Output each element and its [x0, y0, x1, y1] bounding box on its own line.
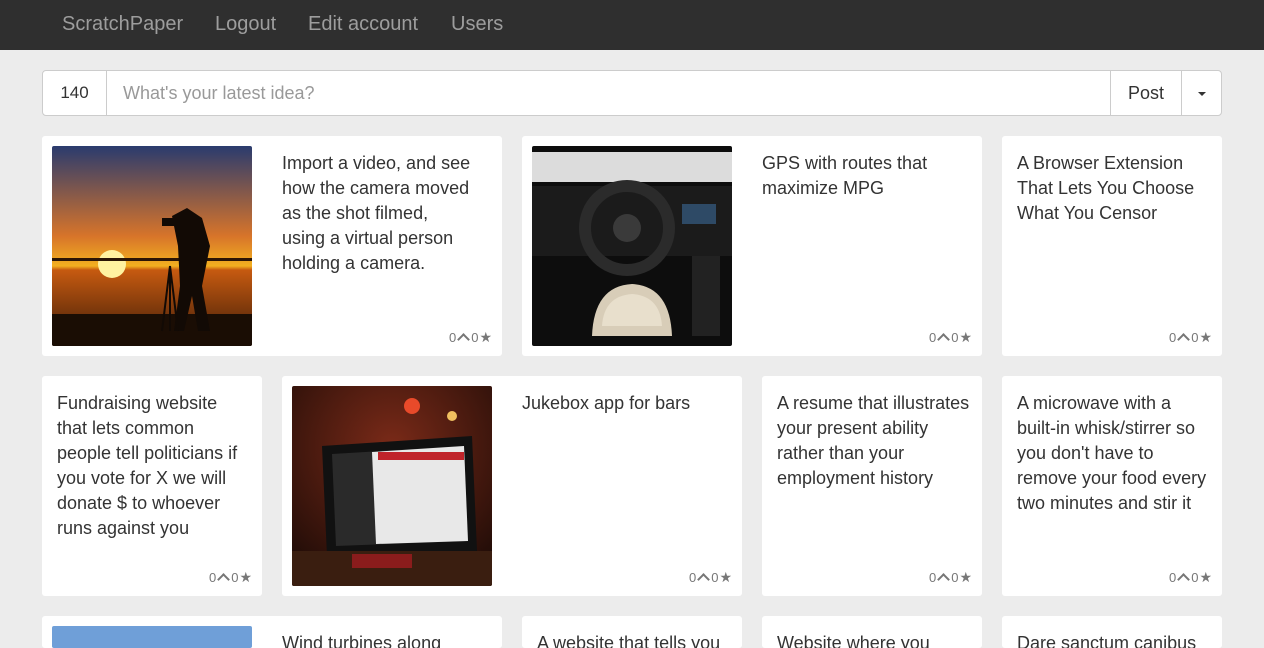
caret-down-icon: [1198, 92, 1206, 96]
vote-count: 0: [928, 570, 937, 585]
star-count: 0: [1191, 330, 1199, 345]
card-stats: 0 0★: [209, 569, 252, 586]
card-stats: 0 0★: [1169, 329, 1212, 346]
card-text: GPS with routes that maximize MPG: [762, 153, 928, 198]
card-image-sky: [52, 626, 252, 648]
idea-card[interactable]: A website that tells you: [522, 616, 742, 648]
idea-card[interactable]: A resume that illustrates your present a…: [762, 376, 982, 596]
card-image-tablet: [292, 386, 492, 586]
card-text: A microwave with a built-in whisk/stirre…: [1017, 393, 1207, 513]
star-icon[interactable]: ★: [479, 329, 492, 345]
star-icon[interactable]: ★: [959, 569, 972, 585]
star-count: 0: [711, 570, 719, 585]
star-icon[interactable]: ★: [1199, 569, 1212, 585]
vote-count: 0: [208, 570, 217, 585]
upvote-icon[interactable]: [697, 573, 711, 586]
upvote-icon[interactable]: [457, 333, 471, 346]
card-stats: 0 0★: [449, 329, 492, 346]
star-count: 0: [1191, 570, 1199, 585]
idea-card[interactable]: Fundraising website that lets common peo…: [42, 376, 262, 596]
card-stats: 0 0★: [929, 329, 972, 346]
vote-count: 0: [688, 570, 697, 585]
vote-count: 0: [1168, 330, 1177, 345]
card-text: A Browser Extension That Lets You Choose…: [1017, 153, 1195, 223]
navbar: ScratchPaper Logout Edit account Users: [0, 0, 1264, 50]
upvote-icon[interactable]: [1177, 333, 1191, 346]
upvote-icon[interactable]: [937, 333, 951, 346]
idea-composer: 140 Post: [42, 70, 1222, 116]
users-link[interactable]: Users: [451, 13, 503, 36]
post-options-dropdown[interactable]: [1181, 71, 1222, 115]
post-button[interactable]: Post: [1110, 71, 1181, 115]
idea-card[interactable]: A microwave with a built-in whisk/stirre…: [1002, 376, 1222, 596]
idea-card[interactable]: GPS with routes that maximize MPG 0 0★: [522, 136, 982, 356]
edit-account-link[interactable]: Edit account: [308, 13, 418, 36]
card-text: A resume that illustrates your present a…: [777, 393, 970, 488]
idea-card[interactable]: Import a video, and see how the camera m…: [42, 136, 502, 356]
card-image-sunset: [52, 146, 252, 346]
idea-card[interactable]: Website where you: [762, 616, 982, 648]
card-text: Dare sanctum canibus: [1017, 633, 1197, 648]
star-icon[interactable]: ★: [1199, 329, 1212, 345]
idea-input[interactable]: [107, 71, 1110, 115]
card-text: Wind turbines along: [282, 633, 442, 648]
card-text: Import a video, and see how the camera m…: [282, 153, 471, 273]
upvote-icon[interactable]: [1177, 573, 1191, 586]
card-text: A website that tells you: [537, 633, 721, 648]
card-stats: 0 0★: [689, 569, 732, 586]
card-image-car-interior: [532, 146, 732, 346]
card-stats: 0 0★: [929, 569, 972, 586]
star-count: 0: [951, 570, 959, 585]
upvote-icon[interactable]: [937, 573, 951, 586]
vote-count: 0: [448, 330, 457, 345]
idea-card[interactable]: Wind turbines along: [42, 616, 502, 648]
idea-card[interactable]: Dare sanctum canibus: [1002, 616, 1222, 648]
brand-link[interactable]: ScratchPaper: [62, 13, 183, 36]
idea-card[interactable]: Jukebox app for bars 0 0★: [282, 376, 742, 596]
star-count: 0: [231, 570, 239, 585]
star-icon[interactable]: ★: [719, 569, 732, 585]
vote-count: 0: [1168, 570, 1177, 585]
star-count: 0: [471, 330, 479, 345]
card-stats: 0 0★: [1169, 569, 1212, 586]
idea-card[interactable]: A Browser Extension That Lets You Choose…: [1002, 136, 1222, 356]
upvote-icon[interactable]: [217, 573, 231, 586]
star-icon[interactable]: ★: [239, 569, 252, 585]
char-counter: 140: [43, 71, 107, 115]
star-icon[interactable]: ★: [959, 329, 972, 345]
logout-link[interactable]: Logout: [215, 13, 276, 36]
star-count: 0: [951, 330, 959, 345]
card-text: Website where you: [777, 633, 930, 648]
card-text: Jukebox app for bars: [522, 393, 691, 413]
card-text: Fundraising website that lets common peo…: [57, 393, 238, 538]
vote-count: 0: [928, 330, 937, 345]
